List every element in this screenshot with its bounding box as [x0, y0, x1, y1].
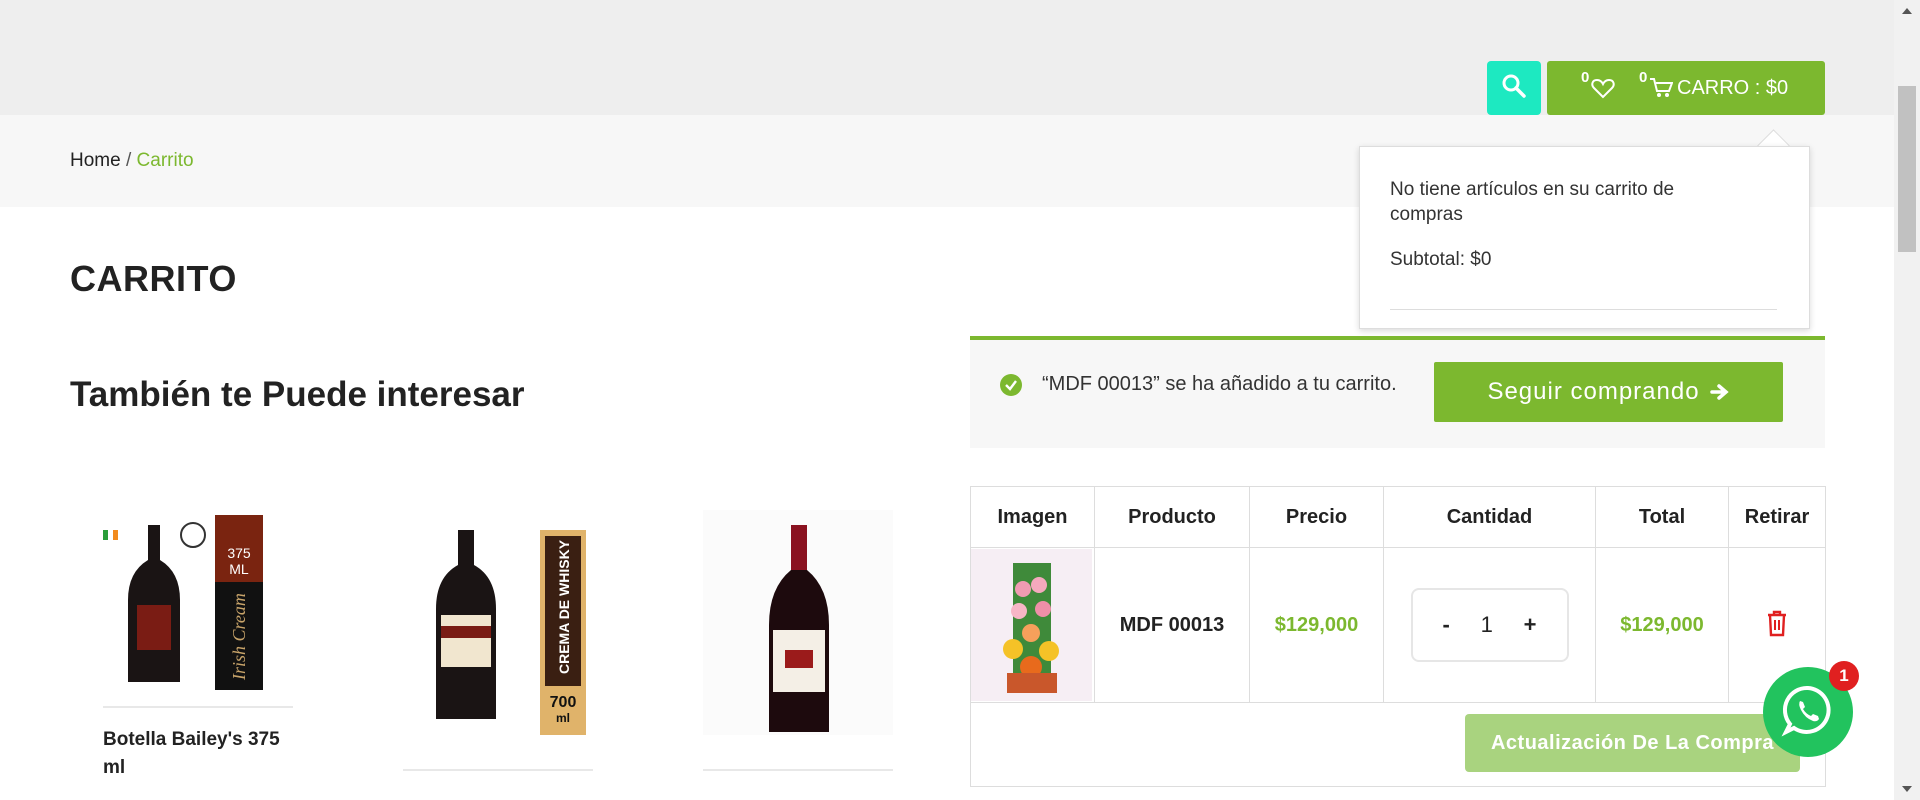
quantity-decrease-button[interactable]: -	[1443, 612, 1450, 638]
price-cell: $129,000	[1249, 547, 1384, 703]
trash-icon[interactable]	[1765, 609, 1789, 642]
bottle-side-label: CREMA DE WHISKY	[556, 539, 572, 674]
product-divider	[403, 769, 593, 771]
scroll-down-arrow[interactable]	[1902, 786, 1912, 792]
product-card[interactable]: CREMA DE WHISKY 700 ml	[403, 510, 593, 735]
product-cell: MDF 00013	[1094, 547, 1250, 703]
page-scrollbar[interactable]	[1894, 0, 1920, 800]
badge-unit: ML	[229, 561, 249, 577]
check-circle-icon	[1000, 374, 1022, 396]
cart-table-header: Imagen Producto Precio Cantidad Total Re…	[970, 486, 1826, 548]
badge-volume: 375	[227, 545, 251, 561]
total-cell: $129,000	[1595, 547, 1729, 703]
table-row: MDF 00013 $129,000 - 1 + $129,000	[970, 547, 1826, 703]
product-name[interactable]: Botella Bailey's 375 ml	[103, 726, 293, 782]
cart-count: 0	[1639, 69, 1648, 86]
quantity-value[interactable]: 1	[1481, 612, 1493, 638]
product-divider	[703, 769, 893, 771]
cart-empty-message: No tiene artículos en su carrito de comp…	[1390, 179, 1675, 225]
whatsapp-notification-badge: 1	[1829, 661, 1859, 691]
search-button[interactable]	[1487, 61, 1541, 115]
breadcrumb-home[interactable]: Home	[70, 150, 121, 171]
cart-product-price: $129,000	[1274, 613, 1359, 636]
wishlist-count: 0	[1581, 69, 1590, 86]
item-image-cell	[970, 547, 1095, 703]
cart-total-label: CARRO : $0	[1677, 77, 1789, 99]
continue-shopping-button[interactable]: Seguir comprando	[1434, 362, 1783, 422]
product-thumbnail[interactable]	[971, 549, 1092, 701]
cart-summary-button[interactable]: 0 0 CARRO : $0	[1547, 61, 1825, 115]
product-card[interactable]	[703, 510, 893, 735]
column-header: Total	[1595, 486, 1729, 548]
quantity-increase-button[interactable]: +	[1524, 612, 1537, 638]
scrollbar-thumb[interactable]	[1898, 86, 1916, 252]
cart-icon	[1649, 77, 1674, 105]
product-card[interactable]: 375 ML Irish Cream Botella Bailey's 375 …	[103, 510, 293, 782]
related-products-title: También te Puede interesar	[70, 375, 525, 414]
notice-message: “MDF 00013” se ha añadido a tu carrito.	[1042, 373, 1397, 395]
cart-product-name[interactable]: MDF 00013	[1120, 614, 1225, 636]
bottle-side-label: Irish Cream	[229, 593, 249, 681]
quantity-stepper[interactable]: - 1 +	[1410, 588, 1569, 662]
scroll-up-arrow[interactable]	[1902, 8, 1912, 14]
update-cart-button[interactable]: Actualización De La Compra	[1465, 714, 1800, 772]
breadcrumb: Home / Carrito	[70, 150, 194, 172]
breadcrumb-current: Carrito	[136, 150, 194, 171]
whatsapp-icon	[1780, 682, 1836, 743]
column-header: Retirar	[1728, 486, 1826, 548]
arrow-right-icon	[1709, 382, 1730, 402]
added-to-cart-notice: “MDF 00013” se ha añadido a tu carrito. …	[970, 336, 1825, 448]
cart-row-total: $129,000	[1620, 613, 1704, 636]
cart-actions-row: Actualización De La Compra	[970, 699, 1826, 787]
cart-dropdown: No tiene artículos en su carrito de comp…	[1359, 146, 1810, 329]
badge-unit: ml	[556, 711, 570, 725]
column-header: Producto	[1094, 486, 1250, 548]
product-image[interactable]: CREMA DE WHISKY 700 ml	[403, 510, 593, 735]
product-image[interactable]	[703, 510, 893, 735]
product-divider	[103, 706, 293, 708]
column-header: Imagen	[970, 486, 1095, 548]
badge-volume: 700	[550, 694, 577, 711]
breadcrumb-separator: /	[125, 150, 132, 171]
search-icon	[1501, 73, 1527, 104]
product-image[interactable]: 375 ML Irish Cream	[103, 510, 293, 700]
dropdown-divider	[1390, 309, 1777, 310]
column-header: Cantidad	[1383, 486, 1596, 548]
cart-table: Imagen Producto Precio Cantidad Total Re…	[970, 486, 1826, 703]
cart-subtotal: Subtotal: $0	[1390, 249, 1492, 270]
heart-icon[interactable]	[1591, 77, 1615, 105]
continue-shopping-label: Seguir comprando	[1487, 378, 1700, 405]
quantity-cell: - 1 +	[1383, 547, 1596, 703]
page-title: CARRITO	[70, 258, 237, 299]
column-header: Precio	[1249, 486, 1384, 548]
